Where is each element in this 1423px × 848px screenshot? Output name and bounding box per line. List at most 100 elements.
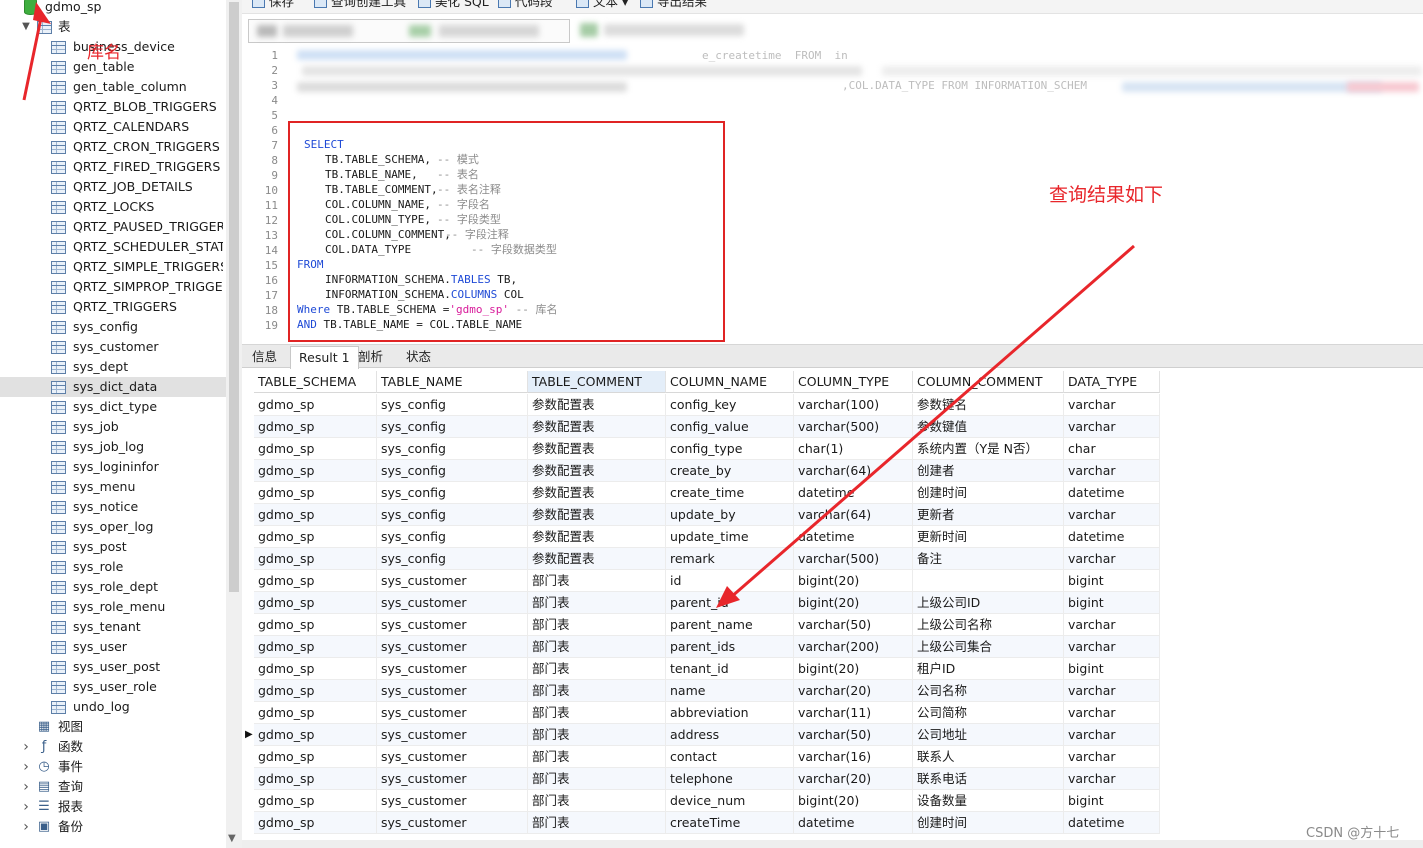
table-cell[interactable]: sys_config	[377, 438, 528, 460]
table-row[interactable]: gdmo_sp sys_customer 部门表 parent_ids varchar(…	[254, 636, 1160, 658]
table-cell[interactable]: sys_customer	[377, 724, 528, 746]
tree-scrollbar-thumb[interactable]	[229, 2, 239, 592]
tree-item-table[interactable]: sys_oper_log	[0, 517, 226, 537]
table-cell[interactable]: gdmo_sp	[254, 702, 377, 724]
table-cell[interactable]: varchar	[1064, 768, 1160, 790]
table-cell[interactable]: sys_customer	[377, 680, 528, 702]
table-cell[interactable]: remark	[666, 548, 794, 570]
table-cell[interactable]: contact	[666, 746, 794, 768]
result-grid[interactable]: TABLE_SCHEMA TABLE_NAME TABLE_COMMENT COLUM…	[242, 370, 1423, 840]
tree-item-table[interactable]: sys_role	[0, 557, 226, 577]
tab-profile[interactable]: 剖析	[350, 346, 391, 368]
table-cell[interactable]: datetime	[1064, 482, 1160, 504]
table-cell[interactable]: 更新者	[913, 504, 1064, 526]
table-cell[interactable]: varchar(11)	[794, 702, 913, 724]
table-cell[interactable]: sys_config	[377, 526, 528, 548]
column-header[interactable]: COLUMN_NAME	[666, 371, 794, 393]
table-cell[interactable]: 创建时间	[913, 812, 1064, 834]
column-header[interactable]: TABLE_NAME	[377, 371, 528, 393]
tree-item-table[interactable]: sys_role_dept	[0, 577, 226, 597]
table-cell[interactable]: 参数配置表	[528, 438, 666, 460]
table-cell[interactable]: 创建时间	[913, 482, 1064, 504]
table-row[interactable]: gdmo_sp sys_customer 部门表 name varchar(20) 公司名…	[254, 680, 1160, 702]
table-cell[interactable]: 联系电话	[913, 768, 1064, 790]
tree-item-table[interactable]: sys_customer	[0, 337, 226, 357]
tree-item-table[interactable]: QRTZ_CALENDARS	[0, 117, 226, 137]
table-cell[interactable]: gdmo_sp	[254, 570, 377, 592]
table-row[interactable]: gdmo_sp sys_customer 部门表 address varchar(50)…	[254, 724, 1160, 746]
table-cell[interactable]: sys_config	[377, 460, 528, 482]
table-cell[interactable]: gdmo_sp	[254, 482, 377, 504]
table-cell[interactable]: sys_customer	[377, 768, 528, 790]
table-cell[interactable]	[913, 570, 1064, 592]
table-cell[interactable]: 设备数量	[913, 790, 1064, 812]
table-cell[interactable]: bigint	[1064, 570, 1160, 592]
tree-item-table[interactable]: QRTZ_JOB_DETAILS	[0, 177, 226, 197]
table-cell[interactable]: gdmo_sp	[254, 790, 377, 812]
table-row[interactable]: gdmo_sp sys_customer 部门表 tenant_id bigint(20…	[254, 658, 1160, 680]
table-cell[interactable]: gdmo_sp	[254, 768, 377, 790]
table-cell[interactable]: 部门表	[528, 790, 666, 812]
tree-item-table[interactable]: sys_dict_type	[0, 397, 226, 417]
table-cell[interactable]: device_num	[666, 790, 794, 812]
table-cell[interactable]: gdmo_sp	[254, 504, 377, 526]
table-cell[interactable]: sys_customer	[377, 636, 528, 658]
table-cell[interactable]: name	[666, 680, 794, 702]
tree-item-table[interactable]: sys_user	[0, 637, 226, 657]
tree-item-table[interactable]: gen_table_column	[0, 77, 226, 97]
connection-select[interactable]	[248, 19, 570, 43]
table-cell[interactable]: datetime	[794, 812, 913, 834]
table-cell[interactable]: char(1)	[794, 438, 913, 460]
column-header[interactable]: TABLE_SCHEMA	[254, 371, 377, 393]
table-row[interactable]: gdmo_sp sys_customer 部门表 contact varchar(16)…	[254, 746, 1160, 768]
table-cell[interactable]: sys_customer	[377, 790, 528, 812]
tree-item-category[interactable]: › ◷ 事件	[0, 757, 226, 777]
table-cell[interactable]: sys_customer	[377, 658, 528, 680]
table-cell[interactable]: sys_config	[377, 504, 528, 526]
text-button[interactable]: 文本 ▾	[576, 0, 628, 11]
table-cell[interactable]: 部门表	[528, 570, 666, 592]
table-cell[interactable]: bigint	[1064, 658, 1160, 680]
table-cell[interactable]: datetime	[1064, 526, 1160, 548]
table-cell[interactable]: sys_config	[377, 394, 528, 416]
tree-item-category[interactable]: › ƒ 函数	[0, 737, 226, 757]
table-cell[interactable]: sys_config	[377, 482, 528, 504]
chevron-right-icon[interactable]: ›	[20, 797, 32, 817]
table-cell[interactable]: 更新时间	[913, 526, 1064, 548]
table-cell[interactable]: 参数配置表	[528, 526, 666, 548]
table-cell[interactable]: sys_customer	[377, 702, 528, 724]
tree-item-table[interactable]: undo_log	[0, 697, 226, 717]
table-cell[interactable]: create_by	[666, 460, 794, 482]
table-cell[interactable]: varchar(20)	[794, 680, 913, 702]
table-cell[interactable]: 部门表	[528, 592, 666, 614]
column-header[interactable]: TABLE_COMMENT	[528, 371, 666, 393]
table-cell[interactable]: 参数键值	[913, 416, 1064, 438]
tree-item-table[interactable]: sys_config	[0, 317, 226, 337]
tree-item-table[interactable]: sys_tenant	[0, 617, 226, 637]
table-cell[interactable]: gdmo_sp	[254, 394, 377, 416]
table-cell[interactable]: bigint(20)	[794, 790, 913, 812]
table-cell[interactable]: varchar(20)	[794, 768, 913, 790]
table-cell[interactable]: 部门表	[528, 614, 666, 636]
tree-item-category[interactable]: ▦ 视图	[0, 717, 226, 737]
table-row[interactable]: gdmo_sp sys_config 参数配置表 update_by varchar(6…	[254, 504, 1160, 526]
table-cell[interactable]: 上级公司ID	[913, 592, 1064, 614]
table-cell[interactable]: 参数键名	[913, 394, 1064, 416]
table-cell[interactable]: 公司地址	[913, 724, 1064, 746]
table-cell[interactable]: sys_customer	[377, 746, 528, 768]
table-row[interactable]: gdmo_sp sys_customer 部门表 parent_name varchar…	[254, 614, 1160, 636]
table-cell[interactable]: address	[666, 724, 794, 746]
table-cell[interactable]: varchar(500)	[794, 416, 913, 438]
table-cell[interactable]: varchar	[1064, 702, 1160, 724]
table-cell[interactable]: varchar	[1064, 746, 1160, 768]
table-cell[interactable]: 参数配置表	[528, 548, 666, 570]
table-cell[interactable]: varchar	[1064, 614, 1160, 636]
tree-item-table[interactable]: sys_user_post	[0, 657, 226, 677]
table-cell[interactable]: varchar(100)	[794, 394, 913, 416]
table-cell[interactable]: gdmo_sp	[254, 592, 377, 614]
table-row[interactable]: gdmo_sp sys_customer 部门表 device_num bigint(2…	[254, 790, 1160, 812]
table-cell[interactable]: varchar(64)	[794, 504, 913, 526]
table-cell[interactable]: tenant_id	[666, 658, 794, 680]
table-cell[interactable]: varchar	[1064, 636, 1160, 658]
horizontal-scrollbar[interactable]	[242, 840, 1423, 848]
